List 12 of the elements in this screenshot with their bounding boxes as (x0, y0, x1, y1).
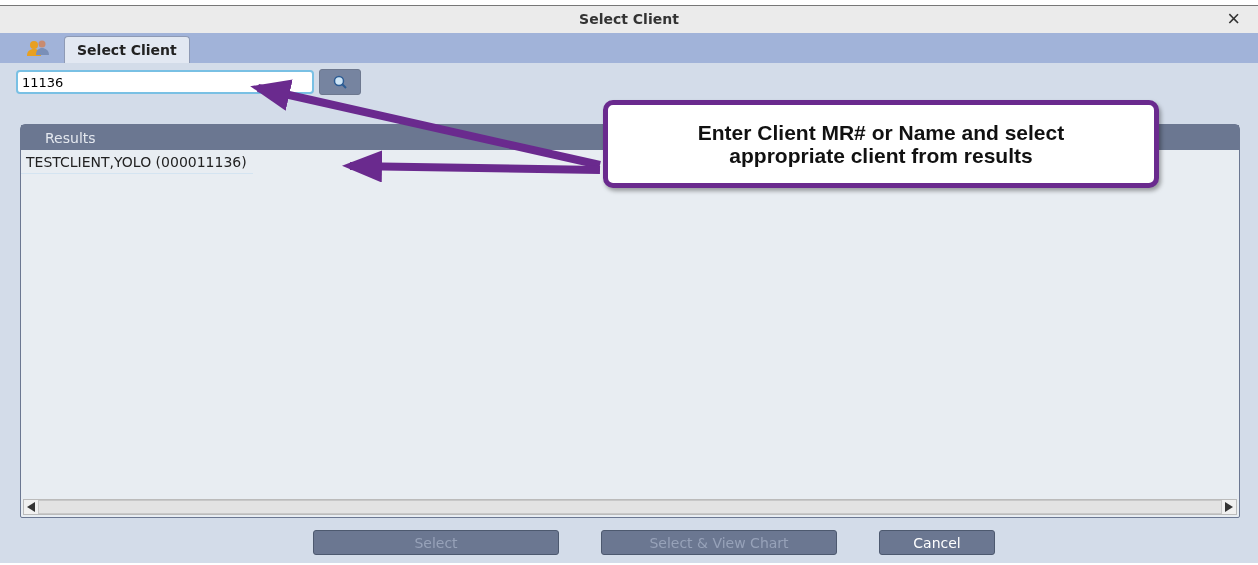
callout-text: Enter Client MR# or Name and select appropriate client from results (603, 100, 1159, 188)
right-arrow-icon[interactable] (1225, 502, 1233, 512)
horizontal-scrollbar[interactable] (23, 499, 1237, 515)
tab[interactable]: Select Client (64, 36, 190, 63)
window-title: Select Client (579, 11, 679, 28)
search-button[interactable] (319, 69, 361, 95)
dialog-button[interactable]: Cancel (879, 530, 995, 555)
search-field[interactable]: 11136 (16, 70, 314, 94)
result-row[interactable]: TESTCLIENT,YOLO (000011136) (21, 150, 253, 174)
search-icon (333, 75, 347, 89)
close-button[interactable]: × (1227, 9, 1240, 29)
left-arrow-icon[interactable] (27, 502, 35, 512)
